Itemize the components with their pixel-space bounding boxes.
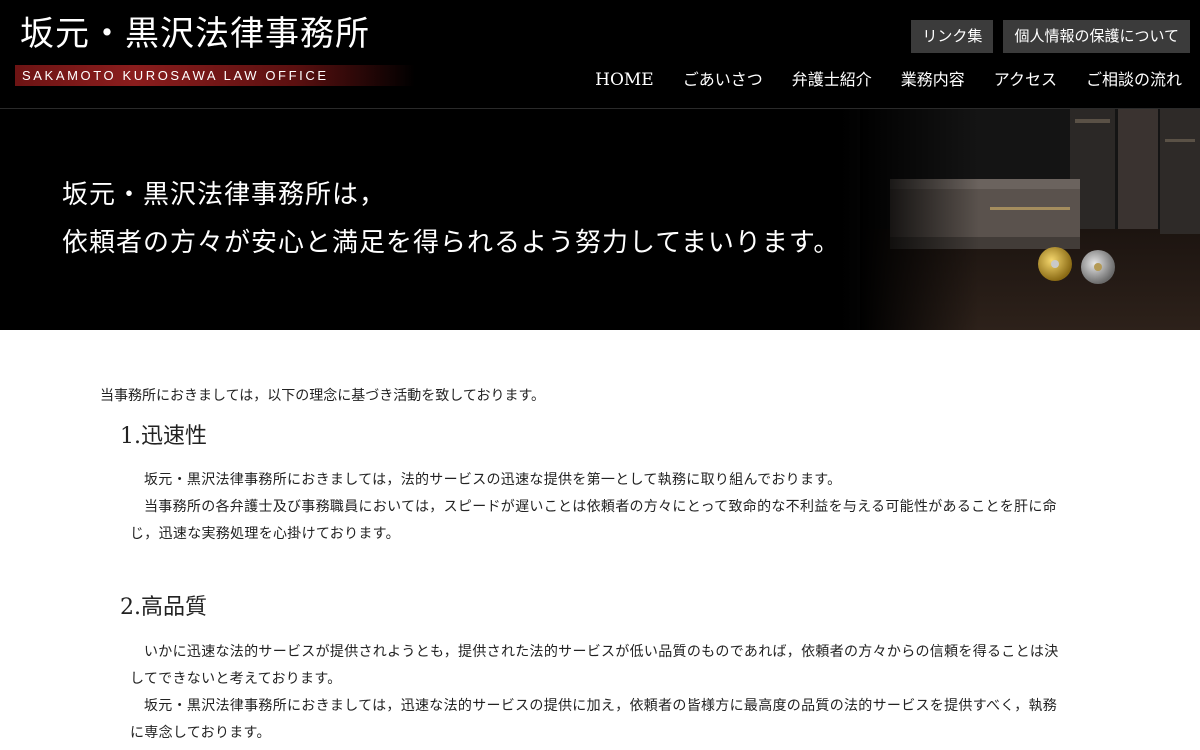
nav-item-lawyers[interactable]: 弁護士紹介	[792, 69, 872, 91]
section-title-quality: 2.高品質	[120, 595, 207, 620]
nav-item-greeting[interactable]: ごあいさつ	[683, 69, 763, 91]
section-paragraph: 当事務所の各弁護士及び事務職員においては，スピードが遅いことは依頼者の方々にとっ…	[130, 499, 1057, 542]
hero-message: 坂元・黒沢法律事務所は， 依頼者の方々が安心と満足を得られるよう努力してまいりま…	[62, 171, 840, 267]
nav-item-access[interactable]: アクセス	[994, 69, 1057, 91]
intro-text: 当事務所におきましては，以下の理念に基づき活動を致しております。	[100, 388, 546, 404]
link-collection-button[interactable]: リンク集	[911, 20, 994, 53]
main-nav: HOME ごあいさつ 弁護士紹介 業務内容 アクセス ご相談の流れ	[595, 69, 1182, 91]
nav-item-consultation-flow[interactable]: ご相談の流れ	[1086, 69, 1182, 91]
hero-line-1: 坂元・黒沢法律事務所は，	[62, 180, 387, 210]
section-paragraph: 坂元・黒沢法律事務所におきましては，迅速な法的サービスの提供に加え，依頼者の皆様…	[130, 698, 1058, 741]
site-logo-title[interactable]: 坂元・黒沢法律事務所	[20, 12, 370, 56]
privacy-policy-button[interactable]: 個人情報の保護について	[1003, 20, 1190, 53]
section-paragraph: 坂元・黒沢法律事務所におきましては，法的サービスの迅速な提供を第一として執務に取…	[144, 472, 842, 488]
nav-item-services[interactable]: 業務内容	[901, 69, 965, 91]
site-logo-subtitle: SAKAMOTO KUROSAWA LAW OFFICE	[22, 68, 329, 83]
section-paragraph: いかに迅速な法的サービスが提供されようとも，提供された法的サービスが低い品質のも…	[130, 644, 1059, 687]
hero-banner: 坂元・黒沢法律事務所は， 依頼者の方々が安心と満足を得られるよう努力してまいりま…	[0, 109, 1200, 330]
utility-nav: リンク集 個人情報の保護について	[911, 20, 1190, 53]
nav-item-home[interactable]: HOME	[595, 69, 654, 91]
section-title-speed: 1.迅速性	[120, 424, 207, 449]
site-header: 坂元・黒沢法律事務所 SAKAMOTO KUROSAWA LAW OFFICE …	[0, 0, 1200, 109]
hero-line-2: 依頼者の方々が安心と満足を得られるよう努力してまいります。	[62, 228, 841, 258]
hero-photo	[860, 109, 1200, 330]
